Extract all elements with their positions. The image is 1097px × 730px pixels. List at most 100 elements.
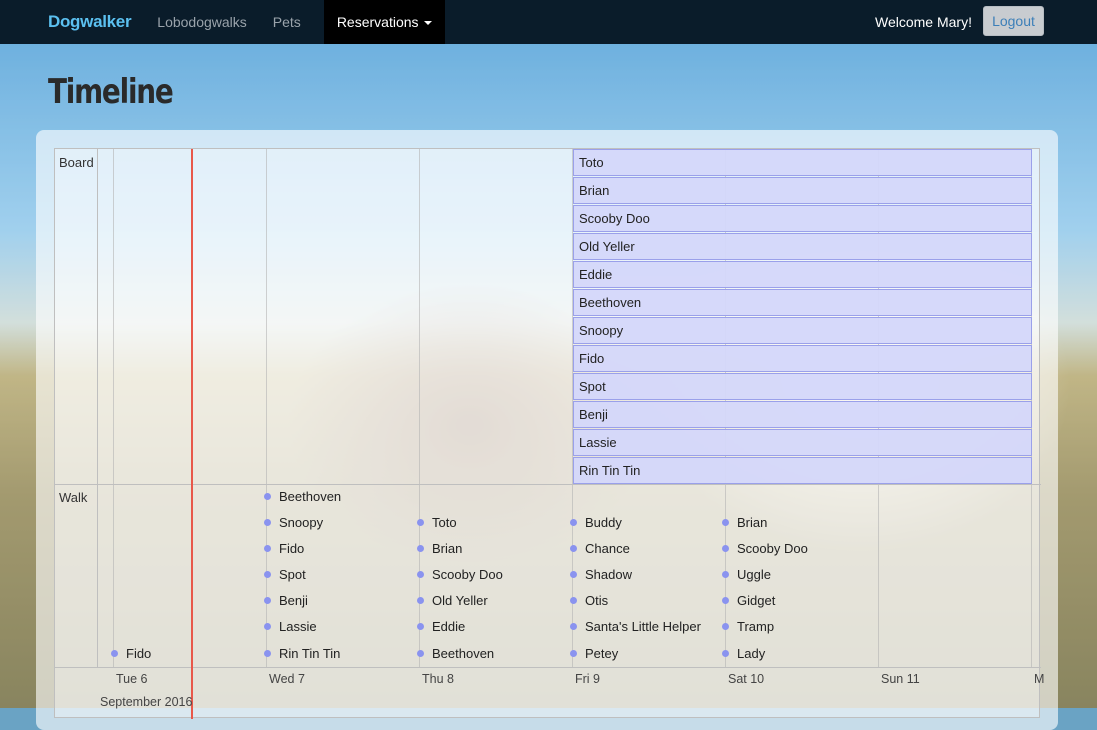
board-item[interactable]: Eddie <box>573 261 1032 288</box>
walk-dot-icon <box>722 571 729 578</box>
nav-lobodogwalks[interactable]: Lobodogwalks <box>157 0 247 44</box>
walk-item[interactable]: Gidget <box>722 592 775 610</box>
walk-dot-icon <box>264 597 271 604</box>
board-item[interactable]: Rin Tin Tin <box>573 457 1032 484</box>
walk-item-label: Brian <box>432 541 463 556</box>
walk-item-label: Scooby Doo <box>737 541 808 556</box>
walk-dot-icon <box>417 650 424 657</box>
grid-line <box>113 149 114 667</box>
axis-day-label: Thu 8 <box>422 672 454 686</box>
logout-button[interactable]: Logout <box>983 6 1044 36</box>
walk-item-label: Uggle <box>737 567 771 582</box>
board-item[interactable]: Benji <box>573 401 1032 428</box>
walk-item-label: Lassie <box>279 619 317 634</box>
walk-item-label: Snoopy <box>279 515 324 530</box>
walk-item[interactable]: Eddie <box>417 618 465 636</box>
board-item[interactable]: Snoopy <box>573 317 1032 344</box>
grid-line <box>419 149 420 667</box>
axis-day-label: Sat 10 <box>728 672 765 686</box>
walk-dot-icon <box>417 597 424 604</box>
walk-item[interactable]: Buddy <box>570 514 622 532</box>
walk-item[interactable]: Snoopy <box>264 514 323 532</box>
welcome-text: Welcome Mary! <box>875 14 972 30</box>
walk-item[interactable]: Tramp <box>722 618 774 636</box>
walk-dot-icon <box>570 650 577 657</box>
walk-item[interactable]: Shadow <box>570 566 632 584</box>
walk-dot-icon <box>264 519 271 526</box>
navbar: Dogwalker Lobodogwalks Pets Reservations… <box>0 0 1097 44</box>
walk-dot-icon <box>570 545 577 552</box>
walk-dot-icon <box>264 545 271 552</box>
walk-dot-icon <box>417 623 424 630</box>
board-item[interactable]: Old Yeller <box>573 233 1032 260</box>
walk-item[interactable]: Beethoven <box>417 645 494 663</box>
walk-item[interactable]: Fido <box>264 540 304 558</box>
walk-item-label: Otis <box>585 593 609 608</box>
axis-day-label: Wed 7 <box>269 672 305 686</box>
grid-line <box>266 149 267 667</box>
walk-item[interactable]: Fido <box>111 645 151 663</box>
walk-item[interactable]: Uggle <box>722 566 771 584</box>
walk-dot-icon <box>417 545 424 552</box>
walk-item[interactable]: Scooby Doo <box>417 566 503 584</box>
walk-item-label: Shadow <box>585 567 632 582</box>
walk-item-label: Spot <box>279 567 306 582</box>
board-item[interactable]: Scooby Doo <box>573 205 1032 232</box>
walk-dot-icon <box>264 623 271 630</box>
walk-item-label: Fido <box>279 541 305 556</box>
walk-item[interactable]: Beethoven <box>264 488 341 506</box>
walk-item[interactable]: Lassie <box>264 618 317 636</box>
board-item[interactable]: Beethoven <box>573 289 1032 316</box>
walk-item[interactable]: Otis <box>570 592 608 610</box>
group-label-walk: Walk <box>59 490 88 505</box>
board-item[interactable]: Lassie <box>573 429 1032 456</box>
walk-dot-icon <box>264 650 271 657</box>
walk-item[interactable]: Toto <box>417 514 457 532</box>
walk-item[interactable]: Brian <box>722 514 767 532</box>
walk-item-label: Tramp <box>737 619 775 634</box>
walk-dot-icon <box>722 545 729 552</box>
board-item[interactable]: Fido <box>573 345 1032 372</box>
walk-item-label: Petey <box>585 646 619 661</box>
axis-divider <box>55 667 1041 668</box>
timeline[interactable]: Board Walk Toto Brian Scooby Doo Old Yel… <box>54 148 1044 719</box>
group-divider <box>55 484 1041 485</box>
axis-day-label: Tue 6 <box>116 672 148 686</box>
board-item[interactable]: Brian <box>573 177 1032 204</box>
walk-item-label: Scooby Doo <box>432 567 503 582</box>
walk-item[interactable]: Chance <box>570 540 630 558</box>
walk-item[interactable]: Lady <box>722 645 765 663</box>
walk-item[interactable]: Old Yeller <box>417 592 488 610</box>
board-item[interactable]: Toto <box>573 149 1032 176</box>
walk-item[interactable]: Rin Tin Tin <box>264 645 340 663</box>
walk-item-label: Benji <box>279 593 308 608</box>
walk-dot-icon <box>264 571 271 578</box>
brand-link[interactable]: Dogwalker <box>48 12 132 32</box>
walk-item[interactable]: Santa's Little Helper <box>570 618 701 636</box>
walk-item-label: Gidget <box>737 593 776 608</box>
axis-month-label: September 2016 <box>100 695 193 709</box>
walk-dot-icon <box>722 650 729 657</box>
current-time-line <box>191 149 193 719</box>
walk-dot-icon <box>570 519 577 526</box>
walk-item-label: Old Yeller <box>432 593 488 608</box>
walk-item[interactable]: Scooby Doo <box>722 540 808 558</box>
group-label-board: Board <box>59 155 94 170</box>
walk-dot-icon <box>722 597 729 604</box>
nav-reservations-dropdown[interactable]: Reservations <box>323 0 445 44</box>
walk-item[interactable]: Spot <box>264 566 306 584</box>
axis-day-label: Sun 11 <box>881 672 920 686</box>
walk-item[interactable]: Petey <box>570 645 618 663</box>
walk-item-label: Fido <box>126 646 152 661</box>
walk-dot-icon <box>722 519 729 526</box>
walk-item-label: Brian <box>737 515 768 530</box>
walk-item[interactable]: Benji <box>264 592 308 610</box>
walk-item[interactable]: Brian <box>417 540 462 558</box>
board-item[interactable]: Spot <box>573 373 1032 400</box>
walk-dot-icon <box>722 623 729 630</box>
walk-dot-icon <box>111 650 118 657</box>
nav-pets[interactable]: Pets <box>273 0 301 44</box>
walk-item-label: Beethoven <box>279 489 342 504</box>
walk-item-label: Beethoven <box>432 646 495 661</box>
walk-dot-icon <box>570 623 577 630</box>
